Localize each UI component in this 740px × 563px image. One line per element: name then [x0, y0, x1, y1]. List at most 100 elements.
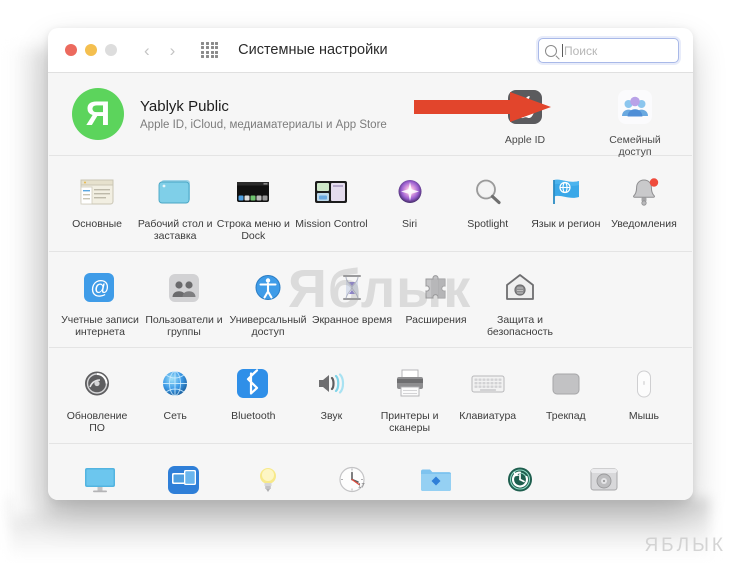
pref-printers-scanners[interactable]: Принтеры и сканеры [371, 361, 449, 434]
pref-siri[interactable]: Siri [371, 169, 449, 242]
navigation-arrows: ‹ › [144, 42, 175, 59]
pref-label: Строка меню и Dock [216, 218, 290, 242]
family-sharing-icon [614, 87, 656, 129]
banner-tiles: Apple ID Семейный доступ [483, 85, 677, 158]
pref-label: Звук [320, 410, 343, 422]
pref-label: Язык и регион [531, 218, 601, 230]
pref-software-update[interactable]: Обновление ПО [58, 361, 136, 434]
mission-control-icon [310, 171, 352, 213]
trackpad-icon [545, 363, 587, 405]
sidecar-icon [163, 459, 205, 500]
section-personal: Основные Рабочий стол и заставка Строка … [48, 156, 693, 251]
sharing-icon [415, 459, 457, 500]
language-region-icon [545, 171, 587, 213]
security-privacy-icon [499, 267, 541, 309]
pref-label: Универсальный доступ [229, 314, 307, 338]
pref-label: Siri [401, 218, 418, 230]
pref-accessibility[interactable]: Универсальный доступ [226, 265, 310, 338]
date-time-icon: 17 [331, 459, 373, 500]
apple-id-banner: Я Yablyk Public Apple ID, iCloud, медиам… [48, 73, 693, 158]
pref-screen-time[interactable]: Экранное время [310, 265, 394, 338]
pref-startup-disk[interactable]: Загрузочный диск [562, 457, 646, 500]
pref-extensions[interactable]: Расширения [394, 265, 478, 338]
pref-bluetooth[interactable]: Bluetooth [214, 361, 292, 434]
pref-time-machine[interactable]: Time Machine [478, 457, 562, 500]
section-system: Мониторы Sidecar [48, 444, 693, 500]
energy-saver-icon [247, 459, 289, 500]
displays-icon [79, 459, 121, 500]
account-text: Yablyk Public Apple ID, iCloud, медиамат… [140, 98, 387, 131]
pref-apple-id[interactable]: Apple ID [483, 85, 567, 158]
pref-sidecar[interactable]: Sidecar [142, 457, 226, 500]
keyboard-icon [467, 363, 509, 405]
pref-date-time[interactable]: 17 Дата и время [310, 457, 394, 500]
time-machine-icon [499, 459, 541, 500]
desktop-screensaver-icon [154, 171, 196, 213]
pref-displays[interactable]: Мониторы [58, 457, 142, 500]
search-icon [545, 44, 557, 57]
pref-energy-saver[interactable]: Экономия энергии [226, 457, 310, 500]
pref-notifications[interactable]: Уведомления [605, 169, 683, 242]
page-title: Системные настройки [238, 42, 388, 58]
pref-family-sharing[interactable]: Семейный доступ [593, 85, 677, 158]
preferences-row: Обновление ПО Сеть Bluetooth Звук Принте… [58, 361, 683, 434]
pref-mission-control[interactable]: Mission Control [292, 169, 370, 242]
pref-desktop-screensaver[interactable]: Рабочий стол и заставка [136, 169, 214, 242]
pref-label: Защита и безопасность [487, 314, 553, 338]
pref-network[interactable]: Сеть [136, 361, 214, 434]
startup-disk-icon [583, 459, 625, 500]
pref-users-groups[interactable]: Пользователи и группы [142, 265, 226, 338]
pref-trackpad[interactable]: Трекпад [527, 361, 605, 434]
general-icon [76, 171, 118, 213]
account-name: Yablyk Public [140, 97, 229, 115]
pref-sound[interactable]: Звук [292, 361, 370, 434]
pref-label: Мышь [628, 410, 660, 422]
pref-label: Трекпад [545, 410, 586, 422]
screen-time-icon [331, 267, 373, 309]
internet-accounts-icon: @ [79, 267, 121, 309]
accessibility-icon [247, 267, 289, 309]
pref-label: Учетные записи интернета [61, 314, 139, 338]
pref-internet-accounts[interactable]: @ Учетные записи интернета [58, 265, 142, 338]
pref-label: Клавиатура [459, 410, 517, 422]
siri-icon [389, 171, 431, 213]
pref-label: Основные [72, 218, 122, 230]
section-accounts: @ Учетные записи интернета Пользователи … [48, 252, 693, 347]
pref-label: Расширения [405, 314, 467, 326]
pref-mouse[interactable]: Мышь [605, 361, 683, 434]
section-hardware: Обновление ПО Сеть Bluetooth Звук Принте… [48, 348, 693, 443]
extensions-icon [415, 267, 457, 309]
search-placeholder: Поиск [564, 43, 598, 58]
search-field[interactable]: Поиск [538, 38, 679, 63]
pref-label: Bluetooth [231, 410, 276, 422]
pref-language-region[interactable]: Язык и регион [527, 169, 605, 242]
close-button[interactable] [65, 44, 77, 56]
account-subtitle: Apple ID, iCloud, медиаматериалы и App S… [140, 118, 387, 131]
pref-general[interactable]: Основные [58, 169, 136, 242]
pref-keyboard[interactable]: Клавиатура [449, 361, 527, 434]
pref-label: Семейный доступ [609, 134, 661, 158]
all-preferences-grid-icon[interactable] [201, 41, 219, 59]
avatar[interactable]: Я [72, 88, 124, 140]
pref-label: Экранное время [311, 314, 393, 326]
network-icon [154, 363, 196, 405]
page-background: ‹ › Системные настройки Поиск Я Yablyk P… [0, 0, 740, 563]
bluetooth-icon [232, 363, 274, 405]
software-update-icon [76, 363, 118, 405]
pref-dock-menubar[interactable]: Строка меню и Dock [214, 169, 292, 242]
apple-id-icon [504, 87, 546, 129]
mouse-icon [623, 363, 665, 405]
pref-sharing[interactable]: Общий доступ [394, 457, 478, 500]
pref-label: Пользователи и группы [145, 314, 223, 338]
forward-button[interactable]: › [170, 42, 176, 59]
pref-label: Apple ID [504, 134, 546, 146]
pref-label: Рабочий стол и заставка [137, 218, 213, 242]
text-caret [562, 44, 563, 57]
pref-security-privacy[interactable]: Защита и безопасность [478, 265, 562, 338]
pref-label: Сеть [163, 410, 187, 422]
back-button[interactable]: ‹ [144, 42, 150, 59]
minimize-button[interactable] [85, 44, 97, 56]
zoom-button[interactable] [105, 44, 117, 56]
window-drop-shadow [10, 498, 710, 560]
pref-spotlight[interactable]: Spotlight [449, 169, 527, 242]
